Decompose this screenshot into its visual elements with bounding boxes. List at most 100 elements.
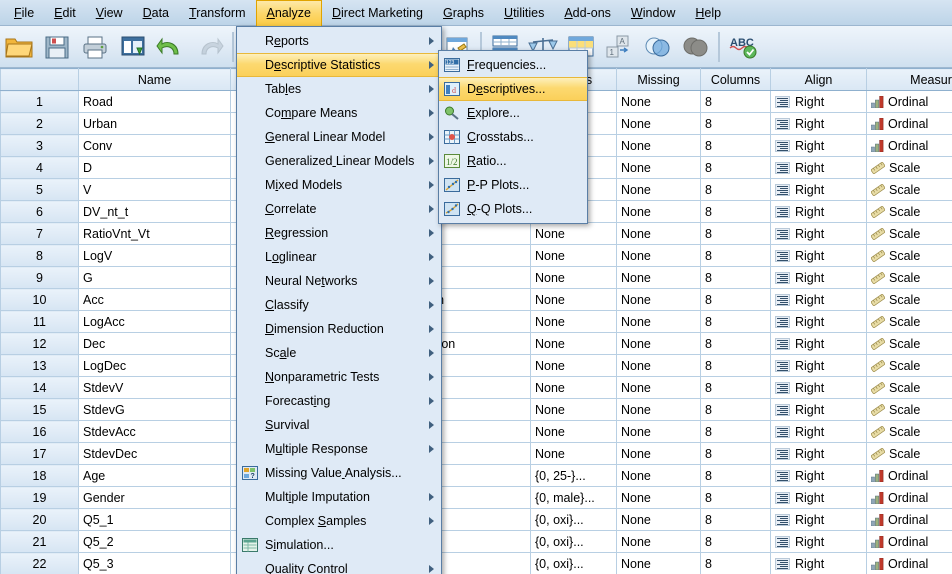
cell-columns[interactable]: 8 (700, 288, 771, 311)
cell-missing[interactable]: None (616, 134, 701, 157)
table-row[interactable]: 7RatioVnt_VtNumeric82NoneNone8RightScale (0, 222, 952, 245)
cell-align[interactable]: Right (770, 530, 867, 553)
cell-values[interactable]: None (530, 222, 617, 245)
menubar-item-window[interactable]: Window (621, 0, 685, 26)
descstat-menu-item-q-q-plots[interactable]: Q-Q Plots... (439, 197, 587, 221)
menubar-item-edit[interactable]: Edit (44, 0, 86, 26)
table-row[interactable]: 21Q5_2Numeric80{0, oxi}...None8RightOrdi… (0, 530, 952, 553)
column-header-missing[interactable]: Missing (616, 68, 701, 91)
cell-name[interactable]: Acc (78, 288, 231, 311)
cell-missing[interactable]: None (616, 200, 701, 223)
cell-missing[interactable]: None (616, 112, 701, 135)
cell-align[interactable]: Right (770, 552, 867, 574)
table-row[interactable]: 19GenderNumeric80{0, male}...None8RightO… (0, 486, 952, 509)
row-number[interactable]: 13 (0, 354, 79, 377)
print-icon[interactable] (76, 28, 114, 66)
descstat-menu-item-frequencies[interactable]: 123 Frequencies... (439, 53, 587, 77)
cell-values[interactable]: {0, oxi}... (530, 530, 617, 553)
analyze-menu-item-forecasting[interactable]: Forecasting (237, 389, 441, 413)
analyze-menu-item-classify[interactable]: Classify (237, 293, 441, 317)
cell-name[interactable]: DV_nt_t (78, 200, 231, 223)
cell-values[interactable]: None (530, 354, 617, 377)
cell-missing[interactable]: None (616, 398, 701, 421)
value-labels-icon[interactable]: A 1 (600, 28, 638, 66)
cell-measure[interactable]: Ordinal (866, 530, 952, 553)
cell-measure[interactable]: Ordinal (866, 112, 952, 135)
row-number[interactable]: 3 (0, 134, 79, 157)
cell-align[interactable]: Right (770, 112, 867, 135)
row-number[interactable]: 11 (0, 310, 79, 333)
menubar-item-file[interactable]: File (4, 0, 44, 26)
row-number[interactable]: 17 (0, 442, 79, 465)
table-row[interactable]: 22Q5_3Numeric80{0, oxi}...None8RightOrdi… (0, 552, 952, 574)
cell-measure[interactable]: Scale (866, 178, 952, 201)
cell-missing[interactable]: None (616, 244, 701, 267)
redo-icon[interactable] (190, 28, 228, 66)
row-number[interactable]: 20 (0, 508, 79, 531)
cell-align[interactable]: Right (770, 178, 867, 201)
cell-values[interactable]: None (530, 288, 617, 311)
cell-missing[interactable]: None (616, 552, 701, 574)
table-row[interactable]: 8LogVNumeric82NoneNone8RightScale (0, 244, 952, 267)
cell-values[interactable]: None (530, 420, 617, 443)
table-row[interactable]: 9GNumeric82accNoneNone8RightScale (0, 266, 952, 289)
cell-measure[interactable]: Scale (866, 442, 952, 465)
cell-name[interactable]: Road (78, 90, 231, 113)
cell-align[interactable]: Right (770, 376, 867, 399)
menubar-item-direct-marketing[interactable]: Direct Marketing (322, 0, 433, 26)
cell-columns[interactable]: 8 (700, 420, 771, 443)
cell-values[interactable]: None (530, 442, 617, 465)
column-header-name[interactable]: Name (78, 68, 231, 91)
descriptive-statistics-submenu[interactable]: 123 Frequencies... d Descriptives... Explore… (438, 50, 588, 224)
cell-measure[interactable]: Ordinal (866, 552, 952, 574)
cell-columns[interactable]: 8 (700, 156, 771, 179)
cell-name[interactable]: StdevDec (78, 442, 231, 465)
analyze-menu-item-general-linear-model[interactable]: General Linear Model (237, 125, 441, 149)
cell-measure[interactable]: Scale (866, 222, 952, 245)
cell-columns[interactable]: 8 (700, 486, 771, 509)
analyze-menu-item-regression[interactable]: Regression (237, 221, 441, 245)
analyze-menu-item-compare-means[interactable]: Compare Means (237, 101, 441, 125)
table-row[interactable]: 15StdevGNumeric82NoneNone8RightScale (0, 398, 952, 421)
cell-align[interactable]: Right (770, 354, 867, 377)
cell-name[interactable]: Conv (78, 134, 231, 157)
analyze-dropdown-menu[interactable]: Reports Descriptive Statistics Tables Compa… (236, 26, 442, 574)
cell-missing[interactable]: None (616, 310, 701, 333)
menubar-item-view[interactable]: View (86, 0, 133, 26)
analyze-menu-item-descriptive-statistics[interactable]: Descriptive Statistics (237, 53, 441, 77)
analyze-menu-item-multiple-imputation[interactable]: Multiple Imputation (237, 485, 441, 509)
cell-name[interactable]: Dec (78, 332, 231, 355)
cell-columns[interactable]: 8 (700, 266, 771, 289)
cell-name[interactable]: RatioVnt_Vt (78, 222, 231, 245)
row-number[interactable]: 18 (0, 464, 79, 487)
analyze-menu-item-nonparametric-tests[interactable]: Nonparametric Tests (237, 365, 441, 389)
menubar-item-help[interactable]: Help (685, 0, 731, 26)
menubar-item-transform[interactable]: Transform (179, 0, 256, 26)
cell-name[interactable]: LogV (78, 244, 231, 267)
cell-measure[interactable]: Scale (866, 398, 952, 421)
cell-align[interactable]: Right (770, 332, 867, 355)
cell-missing[interactable]: None (616, 464, 701, 487)
cell-missing[interactable]: None (616, 486, 701, 509)
cell-values[interactable]: None (530, 266, 617, 289)
cell-measure[interactable]: Ordinal (866, 486, 952, 509)
cell-align[interactable]: Right (770, 156, 867, 179)
menubar-item-analyze[interactable]: Analyze (255, 0, 322, 26)
cell-name[interactable]: Gender (78, 486, 231, 509)
table-row[interactable]: 13LogDecNumeric82NoneNone8RightScale (0, 354, 952, 377)
table-row[interactable]: 16StdevAccNumeric82ccNoneNone8RightScale (0, 420, 952, 443)
cell-missing[interactable]: None (616, 222, 701, 245)
cell-measure[interactable]: Ordinal (866, 508, 952, 531)
cell-name[interactable]: StdevG (78, 398, 231, 421)
descstat-menu-item-descriptives[interactable]: d Descriptives... (439, 77, 587, 101)
cell-measure[interactable]: Scale (866, 332, 952, 355)
cell-measure[interactable]: Scale (866, 200, 952, 223)
cell-align[interactable]: Right (770, 398, 867, 421)
cell-columns[interactable]: 8 (700, 112, 771, 135)
cell-measure[interactable]: Scale (866, 244, 952, 267)
cell-name[interactable]: Urban (78, 112, 231, 135)
cell-columns[interactable]: 8 (700, 332, 771, 355)
cell-missing[interactable]: None (616, 376, 701, 399)
cell-measure[interactable]: Scale (866, 376, 952, 399)
table-row[interactable]: 11LogAccNumeric82NoneNone8RightScale (0, 310, 952, 333)
